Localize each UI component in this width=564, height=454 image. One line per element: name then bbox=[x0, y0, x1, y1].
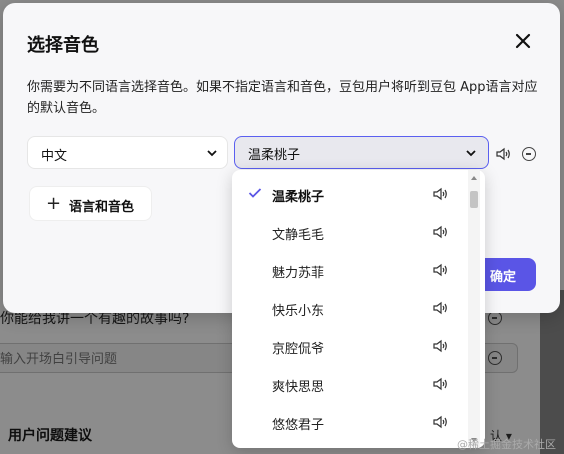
voice-option[interactable]: 文静毛毛 bbox=[232, 213, 468, 251]
voice-option-name: 文静毛毛 bbox=[272, 228, 325, 243]
speaker-icon[interactable] bbox=[433, 263, 449, 277]
voice-option[interactable]: 魅力苏菲 bbox=[232, 251, 468, 289]
voice-option[interactable]: 温柔桃子 bbox=[232, 175, 468, 213]
plus-icon: + bbox=[46, 193, 62, 214]
chevron-down-icon bbox=[466, 150, 476, 157]
voice-option-name: 温柔桃子 bbox=[272, 190, 325, 205]
voice-option[interactable]: 京腔侃爷 bbox=[232, 327, 468, 365]
speaker-icon[interactable] bbox=[433, 415, 449, 429]
voice-option-name: 爽快思思 bbox=[272, 380, 325, 395]
remove-voice-icon[interactable] bbox=[522, 147, 536, 161]
add-language-voice-button[interactable]: + 语言和音色 bbox=[29, 186, 152, 221]
speaker-icon[interactable] bbox=[433, 225, 449, 239]
scroll-up-arrow-icon[interactable] bbox=[471, 176, 477, 180]
voice-option-name: 快乐小东 bbox=[272, 304, 325, 319]
modal-description: 你需要为不同语言选择音色。如果不指定语言和音色，豆包用户将听到豆包 App语言对… bbox=[27, 80, 538, 116]
voice-value: 温柔桃子 bbox=[248, 148, 301, 163]
dropdown-scrollbar[interactable] bbox=[468, 170, 480, 448]
chevron-down-icon bbox=[207, 150, 217, 157]
voice-option-name: 京腔侃爷 bbox=[272, 342, 325, 357]
speaker-icon[interactable] bbox=[433, 301, 449, 315]
language-value: 中文 bbox=[41, 149, 68, 164]
close-icon[interactable] bbox=[513, 31, 533, 51]
voice-option[interactable]: 爽快思思 bbox=[232, 365, 468, 403]
voice-dropdown: 温柔桃子 文静毛毛 魅力苏菲 快乐小东 京腔侃爷 爽快思思 悠悠君子 bbox=[232, 170, 485, 448]
check-icon bbox=[248, 188, 262, 198]
voice-option[interactable]: 快乐小东 bbox=[232, 289, 468, 327]
speaker-icon[interactable] bbox=[496, 147, 512, 161]
confirm-label: 确定 bbox=[490, 270, 517, 285]
modal-title: 选择音色 bbox=[27, 35, 99, 56]
scrollbar-thumb[interactable] bbox=[470, 191, 478, 208]
add-button-label: 语言和音色 bbox=[69, 200, 135, 215]
speaker-icon[interactable] bbox=[433, 339, 449, 353]
voice-option[interactable]: 悠悠君子 bbox=[232, 403, 468, 441]
voice-select[interactable]: 温柔桃子 bbox=[234, 136, 489, 169]
speaker-icon[interactable] bbox=[433, 377, 449, 391]
speaker-icon[interactable] bbox=[433, 187, 449, 201]
voice-option-name: 魅力苏菲 bbox=[272, 266, 325, 281]
language-select[interactable]: 中文 bbox=[27, 136, 228, 169]
voice-option-name: 悠悠君子 bbox=[272, 418, 325, 433]
watermark: @稀土掘金技术社区 bbox=[457, 438, 556, 451]
